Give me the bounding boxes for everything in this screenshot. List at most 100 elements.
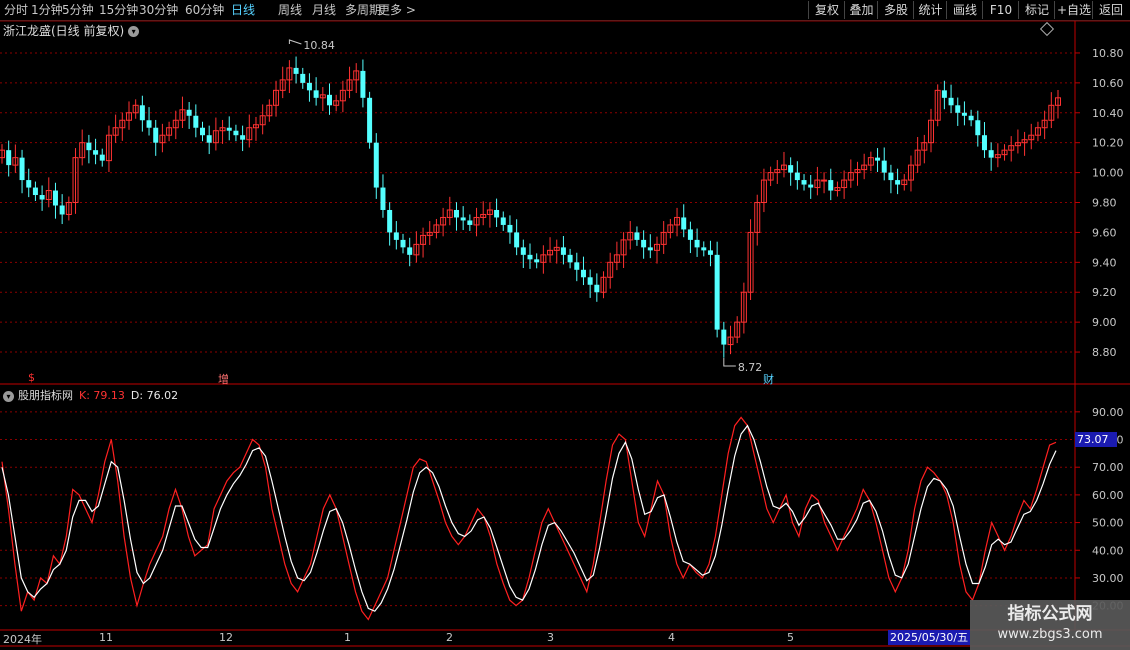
x-axis-label: 3 xyxy=(547,631,554,644)
candle-body xyxy=(941,90,947,98)
candle-body xyxy=(300,73,306,83)
candle-body xyxy=(881,160,887,173)
candle-body xyxy=(313,90,319,98)
event-marker-dividend[interactable]: $ xyxy=(28,371,35,384)
candle-body xyxy=(226,127,232,131)
candle-body xyxy=(39,195,45,200)
candle-body xyxy=(380,187,386,210)
y-tick-label: 50.00 xyxy=(1092,517,1124,530)
cursor-date-tag: 2025/05/30/五 xyxy=(888,630,971,645)
candle-body xyxy=(240,135,246,140)
candle-body xyxy=(560,247,566,255)
candle-body xyxy=(647,247,653,251)
x-axis-label: 11 xyxy=(99,631,113,644)
candle-body xyxy=(32,187,38,196)
candle-body xyxy=(153,127,159,143)
candle-body xyxy=(400,239,406,248)
watermark-title: 指标公式网 xyxy=(1007,604,1093,624)
candle-body xyxy=(293,67,299,74)
low-pointer xyxy=(723,358,736,367)
x-axis-label: 4 xyxy=(668,631,675,644)
candle-body xyxy=(801,180,807,185)
candle-body xyxy=(707,250,713,255)
candle-body xyxy=(821,179,828,182)
candle-body xyxy=(527,254,533,260)
y-tick-label: 30.00 xyxy=(1092,572,1124,585)
candle-body xyxy=(875,157,881,161)
candle-body xyxy=(500,217,506,225)
y-tick-label: 10.60 xyxy=(1092,77,1124,90)
candle-body xyxy=(808,184,814,188)
candle-body xyxy=(193,115,199,128)
high-pointer xyxy=(288,39,302,45)
candle-body xyxy=(306,82,312,91)
candle-body xyxy=(580,269,586,278)
candle-body xyxy=(139,105,145,121)
candle-body xyxy=(467,220,473,225)
x-axis-label: 5 xyxy=(787,631,794,644)
y-tick-label: 9.80 xyxy=(1092,197,1117,210)
event-marker-increase[interactable]: 增 xyxy=(218,371,229,387)
x-axis-label: 2 xyxy=(446,631,453,644)
candle-body xyxy=(574,262,580,270)
candle-body xyxy=(681,217,687,230)
candle-body xyxy=(393,232,399,240)
candle-body xyxy=(961,112,967,116)
candle-body xyxy=(888,172,894,181)
candle-body xyxy=(634,232,640,240)
candle-body xyxy=(86,142,92,151)
candle-body xyxy=(514,232,520,248)
candle-body xyxy=(948,97,954,106)
y-tick-label: 10.40 xyxy=(1092,107,1124,120)
y-tick-label: 9.00 xyxy=(1092,316,1117,329)
candle-body xyxy=(694,239,700,248)
candle-body xyxy=(206,135,212,143)
candle-body xyxy=(975,120,981,136)
candle-body xyxy=(6,150,12,166)
candle-body xyxy=(52,190,58,206)
chart-canvas[interactable]: 8.80 9.00 9.20 9.40 9.60 9.80 10.00 10.20 10.40 1… xyxy=(0,0,1130,650)
x-axis-label: 1 xyxy=(344,631,351,644)
candle-body xyxy=(534,259,540,263)
candle-body xyxy=(520,247,526,255)
candle-body xyxy=(373,142,379,188)
x-axis-label: 12 xyxy=(219,631,233,644)
candle-body xyxy=(895,180,901,185)
y-tick-label: 9.40 xyxy=(1092,256,1117,269)
candle-body xyxy=(326,94,332,106)
event-marker-finance[interactable]: 财 xyxy=(763,371,774,387)
y-tick-label: 10.80 xyxy=(1092,47,1124,60)
y-tick-label: 10.20 xyxy=(1092,137,1124,150)
y-tick-label: 70.00 xyxy=(1092,461,1124,474)
y-tick-label: 60.00 xyxy=(1092,489,1124,502)
candle-body xyxy=(360,70,366,98)
candle-body xyxy=(387,209,393,233)
high-label: 10.84 xyxy=(303,39,335,52)
y-tick-label: 9.60 xyxy=(1092,226,1117,239)
candle-body xyxy=(460,217,466,221)
candle-body xyxy=(988,150,994,158)
candle-body xyxy=(200,127,206,136)
candle-body xyxy=(186,109,192,116)
candle-body xyxy=(981,135,987,151)
candle-body xyxy=(99,154,105,161)
candle-body xyxy=(788,165,794,173)
candle-body xyxy=(828,180,834,191)
d-line xyxy=(1,424,1057,612)
current-value-tag: 73.07 xyxy=(1075,432,1117,447)
watermark-url: www.zbgs3.com xyxy=(997,627,1103,642)
candle-body xyxy=(701,247,707,251)
y-tick-label: 10.00 xyxy=(1092,167,1124,180)
x-axis-label: 2024年 xyxy=(3,633,42,646)
watermark: 指标公式网 www.zbgs3.com xyxy=(970,600,1130,650)
candle-body xyxy=(507,224,513,233)
candle-body xyxy=(594,284,600,293)
candle-body xyxy=(714,254,720,330)
candle-body xyxy=(19,157,25,181)
y-tick-label: 90.00 xyxy=(1092,406,1124,419)
candle-body xyxy=(453,209,459,218)
candle-body xyxy=(721,329,727,345)
candle-body xyxy=(641,239,647,248)
candle-body xyxy=(687,229,693,240)
candle-body xyxy=(494,209,500,218)
